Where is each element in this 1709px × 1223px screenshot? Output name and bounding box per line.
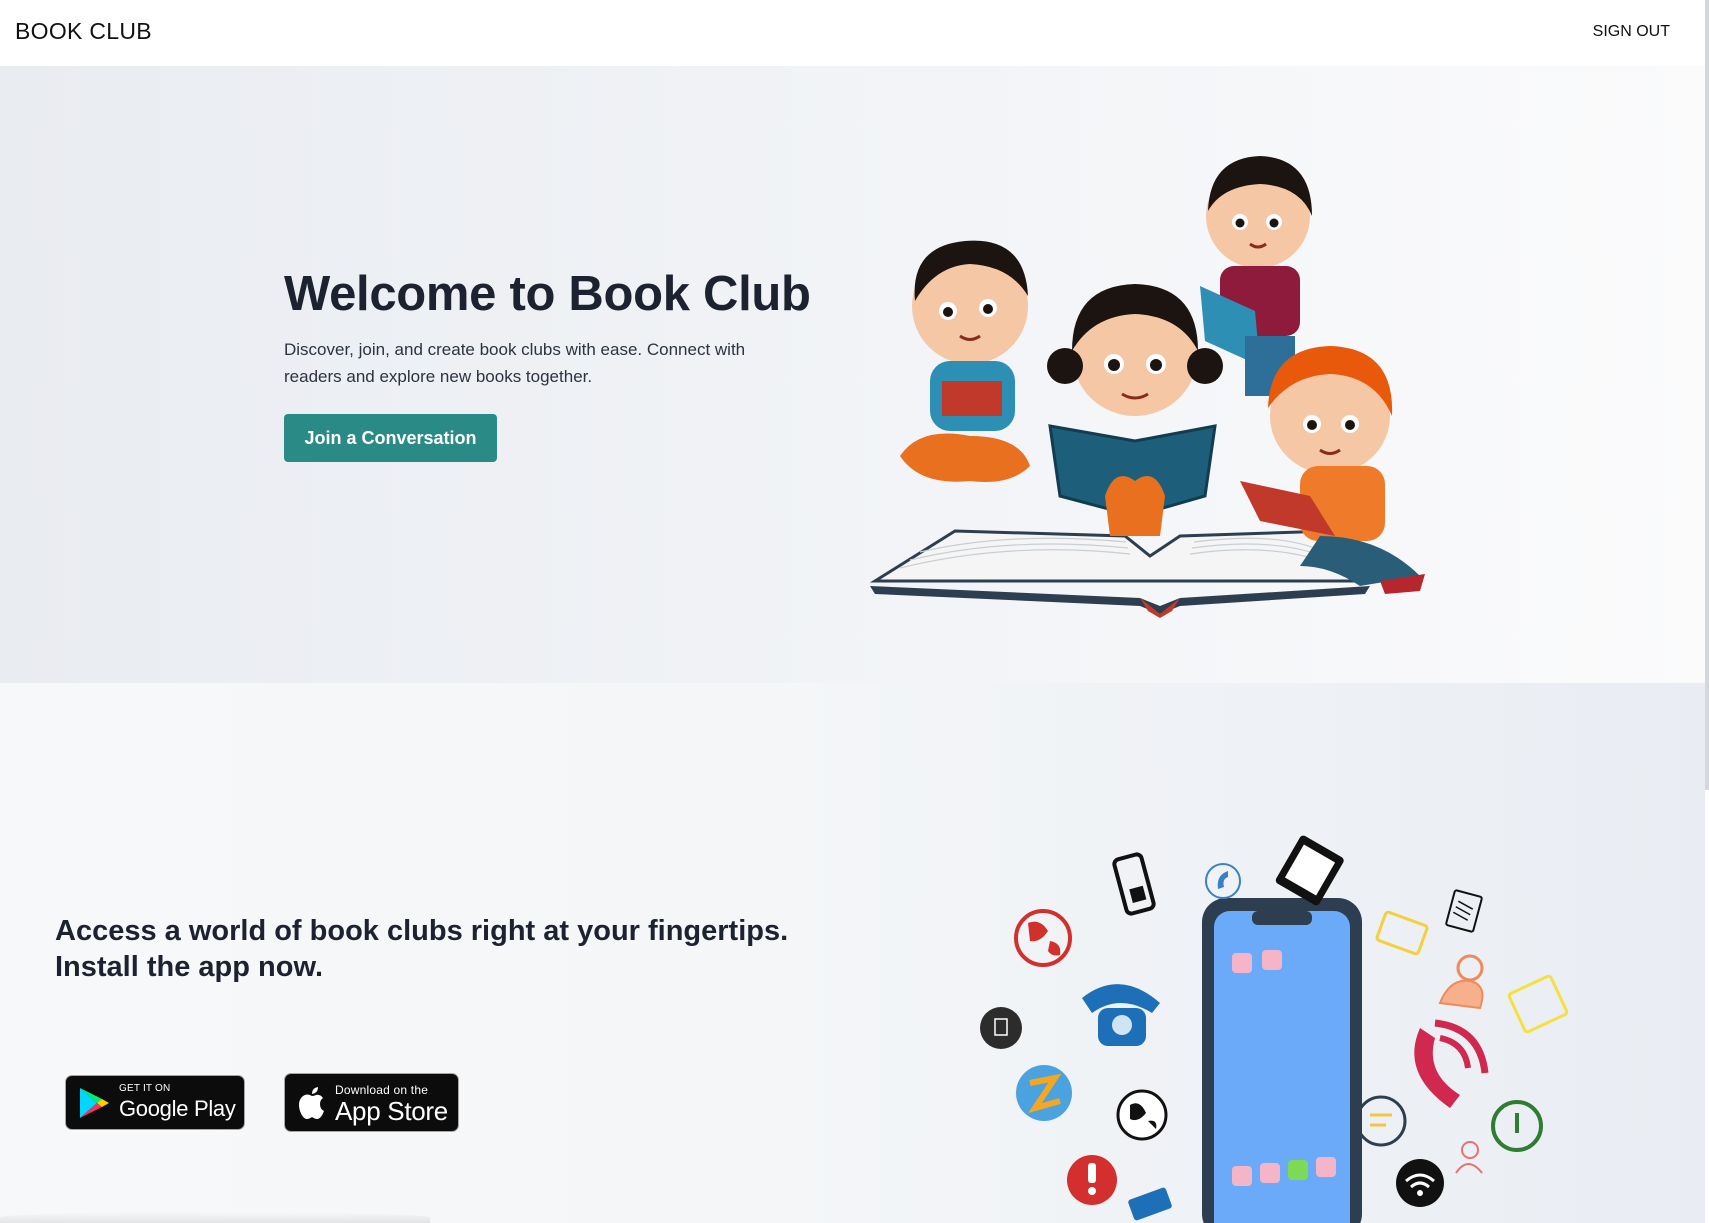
globe-red-icon [1014,909,1072,967]
app-promo-title: Access a world of book clubs right at yo… [55,913,835,985]
join-conversation-button[interactable]: Join a Conversation [284,414,497,462]
people-icon [1455,1141,1483,1174]
app-promo-title-line2: Install the app now. [55,951,323,983]
monitor-icon [1375,910,1429,956]
google-play-big-text: Google Play [119,1096,236,1121]
hero-title: Welcome to Book Club [284,267,811,321]
app-promo-section: Access a world of book clubs right at yo… [0,683,1705,1223]
google-play-small-text: GET IT ON [119,1083,171,1094]
phone-circle-icon [1205,863,1241,899]
app-store-big-text: App Store [335,1096,448,1126]
bottom-shadow [0,1212,430,1223]
gauge-icon [1491,1100,1543,1152]
app-store-badge[interactable]: Download on the App Store [284,1073,459,1132]
telephone-icon [1082,984,1160,1046]
file-circle-icon [980,1007,1022,1049]
app-store-small-text: Download on the [335,1083,429,1097]
ebook-icon [1275,835,1344,906]
scrollbar[interactable] [1705,0,1709,790]
sign-out-link[interactable]: SIGN OUT [1593,23,1670,41]
children-reading-illustration [869,156,1425,618]
app-promo-title-line1: Access a world of book clubs right at yo… [55,915,789,947]
users-icon [1438,954,1484,1010]
chat-icon [1355,1095,1407,1147]
google-play-icon [80,1088,109,1118]
hero-description: Discover, join, and create book clubs wi… [284,340,746,386]
apple-icon [299,1087,324,1119]
sync-icon [1016,1065,1072,1121]
google-play-badge[interactable]: GET IT ON Google Play [65,1075,245,1130]
mobile-phone-icon [1112,852,1156,916]
book-yellow-icon [1507,974,1569,1034]
hero-section: Welcome to Book Club Discover, join, and… [0,66,1705,683]
phone-apps-illustration [980,835,1569,1223]
globe-black-icon [1116,1089,1168,1141]
phone-ringing-icon [1414,1019,1489,1108]
alert-icon [1067,1155,1117,1205]
card-icon [1128,1187,1172,1221]
document-icon [1445,889,1483,933]
brand-logo[interactable]: BOOK CLUB [15,18,152,45]
navbar: BOOK CLUB SIGN OUT [0,0,1705,66]
wifi-icon [1396,1159,1444,1207]
